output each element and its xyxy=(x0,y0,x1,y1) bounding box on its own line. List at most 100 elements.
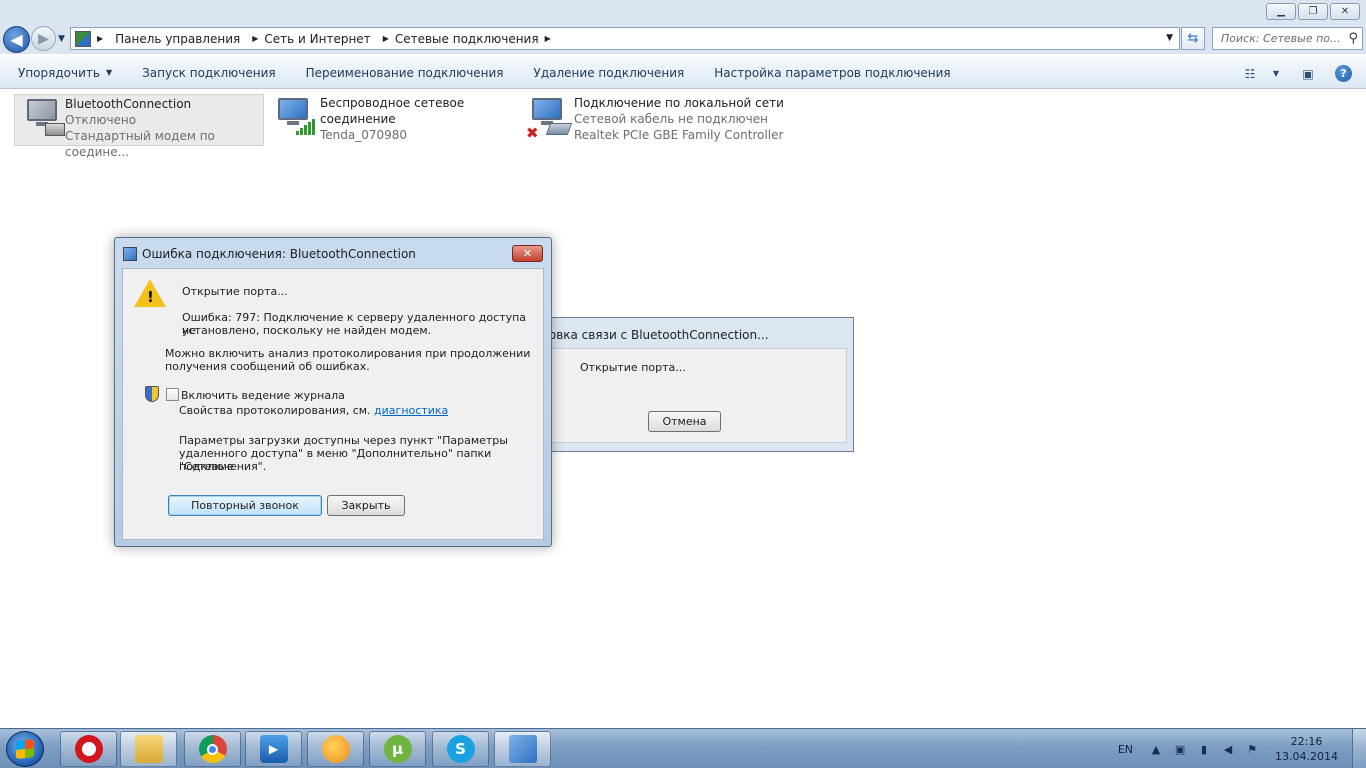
diagnostics-line: Свойства протоколирования, см. диагности… xyxy=(179,404,449,417)
clock[interactable]: 22:16 13.04.2014 xyxy=(1275,734,1338,764)
connection-name: Подключение по локальной сети xyxy=(574,96,784,110)
chevron-down-icon: ▼ xyxy=(105,68,113,77)
connection-status: Отключено xyxy=(65,113,137,127)
search-icon[interactable]: ⚲ xyxy=(1348,31,1358,46)
organize-menu[interactable]: Упорядочить ▼ xyxy=(0,57,127,88)
breadcrumb-connections[interactable]: ▶ Сетевые подключения ▶ xyxy=(377,32,557,46)
taskbar-chrome[interactable] xyxy=(184,731,241,767)
enable-logging-checkbox[interactable] xyxy=(166,388,179,401)
connection-status: Сетевой кабель не подключен xyxy=(574,112,768,126)
info-text-line2: получения сообщений об ошибках. xyxy=(165,360,370,373)
enable-logging-label[interactable]: Включить ведение журнала xyxy=(181,389,345,402)
taskbar-media-player[interactable]: ▶ xyxy=(245,731,302,767)
taskbar-skype[interactable]: S xyxy=(432,731,489,767)
connection-item-bluetooth[interactable]: BluetoothConnection Отключено Стандартны… xyxy=(14,94,264,159)
windows-logo-icon xyxy=(16,739,34,759)
refresh-button[interactable]: ⇆ xyxy=(1181,27,1205,50)
connection-status: Tenda_070980 xyxy=(320,128,408,142)
rename-connection-button[interactable]: Переименование подключения xyxy=(291,57,519,88)
dialog-heading: Открытие порта... xyxy=(182,285,288,298)
clock-date: 13.04.2014 xyxy=(1275,750,1338,763)
tray-app-icon[interactable]: ▣ xyxy=(1173,742,1187,756)
refresh-icon: ⇆ xyxy=(1187,31,1199,46)
connection-error-dialog: Ошибка подключения: BluetoothConnection … xyxy=(114,237,552,547)
connection-item-wireless[interactable]: Беспроводное сетевое соединение Tenda_07… xyxy=(266,94,506,146)
disconnected-x-icon: ✖ xyxy=(526,124,539,142)
dialog-title-bar: Ошибка подключения: BluetoothConnection xyxy=(123,244,416,264)
language-indicator[interactable]: EN xyxy=(1118,743,1133,756)
wireless-connection-icon xyxy=(272,96,316,140)
action-center-flag-icon[interactable]: ⚑ xyxy=(1245,742,1259,756)
minimize-button[interactable]: ▁ xyxy=(1266,3,1296,20)
taskbar-network-connections[interactable] xyxy=(494,731,551,767)
show-desktop-button[interactable] xyxy=(1352,729,1366,768)
redial-button[interactable]: Повторный звонок xyxy=(168,495,322,516)
connection-item-lan[interactable]: ✖ Подключение по локальной сети Сетевой … xyxy=(520,94,800,146)
volume-icon[interactable]: ◀ xyxy=(1221,742,1235,756)
help-icon[interactable]: ? xyxy=(1335,65,1352,82)
breadcrumb-control-panel[interactable]: Панель управления xyxy=(115,32,240,46)
network-control-panel-icon xyxy=(508,735,537,763)
connection-name: Беспроводное сетевое xyxy=(320,96,465,110)
network-icon xyxy=(123,247,137,261)
recent-pages-dropdown[interactable]: ▼ xyxy=(58,34,65,44)
close-icon: ✕ xyxy=(522,247,533,260)
connection-name-line2: соединение xyxy=(320,112,396,126)
taskbar-weather-gadget[interactable] xyxy=(307,731,364,767)
clock-time: 22:16 xyxy=(1290,735,1323,748)
connecting-dialog: новка связи с BluetoothConnection... Отк… xyxy=(530,317,854,452)
preview-pane-icon[interactable]: ▣ xyxy=(1299,66,1317,82)
skype-icon: S xyxy=(446,735,475,763)
command-bar-right: ☷ ▼ ▣ ? xyxy=(1241,57,1366,90)
signal-strength-icon xyxy=(296,119,315,135)
address-dropdown-icon[interactable]: ▼ xyxy=(1166,33,1173,43)
breadcrumb-root[interactable]: ▶ xyxy=(97,34,109,43)
view-dropdown-icon[interactable]: ▼ xyxy=(1271,66,1281,82)
utorrent-icon: µ xyxy=(383,735,412,763)
connection-device: Realtek PCIe GBE Family Controller xyxy=(574,128,784,142)
dialog-body: ! Открытие порта... Ошибка: 797: Подключ… xyxy=(122,268,544,540)
info-text-line1: Можно включить анализ протоколирования п… xyxy=(165,347,531,360)
dialog-close-button[interactable]: ✕ xyxy=(512,245,543,262)
params-text-line1: Параметры загрузки доступны через пункт … xyxy=(179,434,508,447)
diagnostics-link[interactable]: диагностика xyxy=(374,404,448,417)
start-button[interactable] xyxy=(6,731,44,767)
lan-connection-icon: ✖ xyxy=(526,96,573,142)
window-controls: ▁ ❐ ✕ xyxy=(1266,3,1360,20)
breadcrumb-network[interactable]: ▶ Сеть и Интернет xyxy=(246,32,370,46)
show-hidden-icons-icon[interactable]: ▲ xyxy=(1149,742,1163,756)
forward-button[interactable]: ▶ xyxy=(31,26,56,51)
taskbar: ▶ µ S EN ▲ ▣ ▮ ◀ ⚑ 22:16 13.04.2014 xyxy=(0,728,1366,768)
modem-connection-icon xyxy=(21,97,65,141)
params-text-line3: подключения". xyxy=(179,460,267,473)
connecting-message: Открытие порта... xyxy=(580,361,686,374)
address-bar[interactable]: ▶ Панель управления ▶ Сеть и Интернет ▶ Се… xyxy=(70,27,1180,50)
view-options-icon[interactable]: ☷ xyxy=(1241,66,1259,82)
taskbar-explorer[interactable] xyxy=(120,731,177,767)
control-panel-icon xyxy=(75,30,91,47)
connection-name: BluetoothConnection xyxy=(65,97,192,111)
window-caption: ▁ ❐ ✕ xyxy=(0,0,1366,24)
maximize-button[interactable]: ❐ xyxy=(1298,3,1328,20)
taskbar-utorrent[interactable]: µ xyxy=(369,731,426,767)
explorer-icon xyxy=(134,735,163,763)
back-button[interactable]: ◀ xyxy=(3,26,30,53)
close-button[interactable]: Закрыть xyxy=(327,495,405,516)
close-window-button[interactable]: ✕ xyxy=(1330,3,1360,20)
connection-device: Стандартный модем по соедине... xyxy=(65,129,215,159)
cancel-button[interactable]: Отмена xyxy=(648,411,721,432)
weather-gadget-icon xyxy=(321,735,350,763)
start-connection-button[interactable]: Запуск подключения xyxy=(127,57,291,88)
command-bar: Упорядочить ▼ Запуск подключения Переимен… xyxy=(0,56,1366,89)
media-player-icon: ▶ xyxy=(259,735,288,763)
navigation-bar: ◀ ▶ ▼ ▶ Панель управления ▶ Сеть и Интерн… xyxy=(0,24,1366,54)
network-status-icon[interactable]: ▮ xyxy=(1197,742,1211,756)
delete-connection-button[interactable]: Удаление подключения xyxy=(519,57,700,88)
opera-icon xyxy=(74,735,103,763)
dialog-title: Ошибка подключения: BluetoothConnection xyxy=(142,247,416,261)
connection-settings-button[interactable]: Настройка параметров подключения xyxy=(699,57,965,88)
connecting-dialog-title: новка связи с BluetoothConnection... xyxy=(541,328,769,342)
search-input[interactable]: Поиск: Сетевые по... ⚲ xyxy=(1212,27,1363,50)
taskbar-opera[interactable] xyxy=(60,731,117,767)
connecting-dialog-body: Открытие порта... Отмена xyxy=(537,348,847,443)
